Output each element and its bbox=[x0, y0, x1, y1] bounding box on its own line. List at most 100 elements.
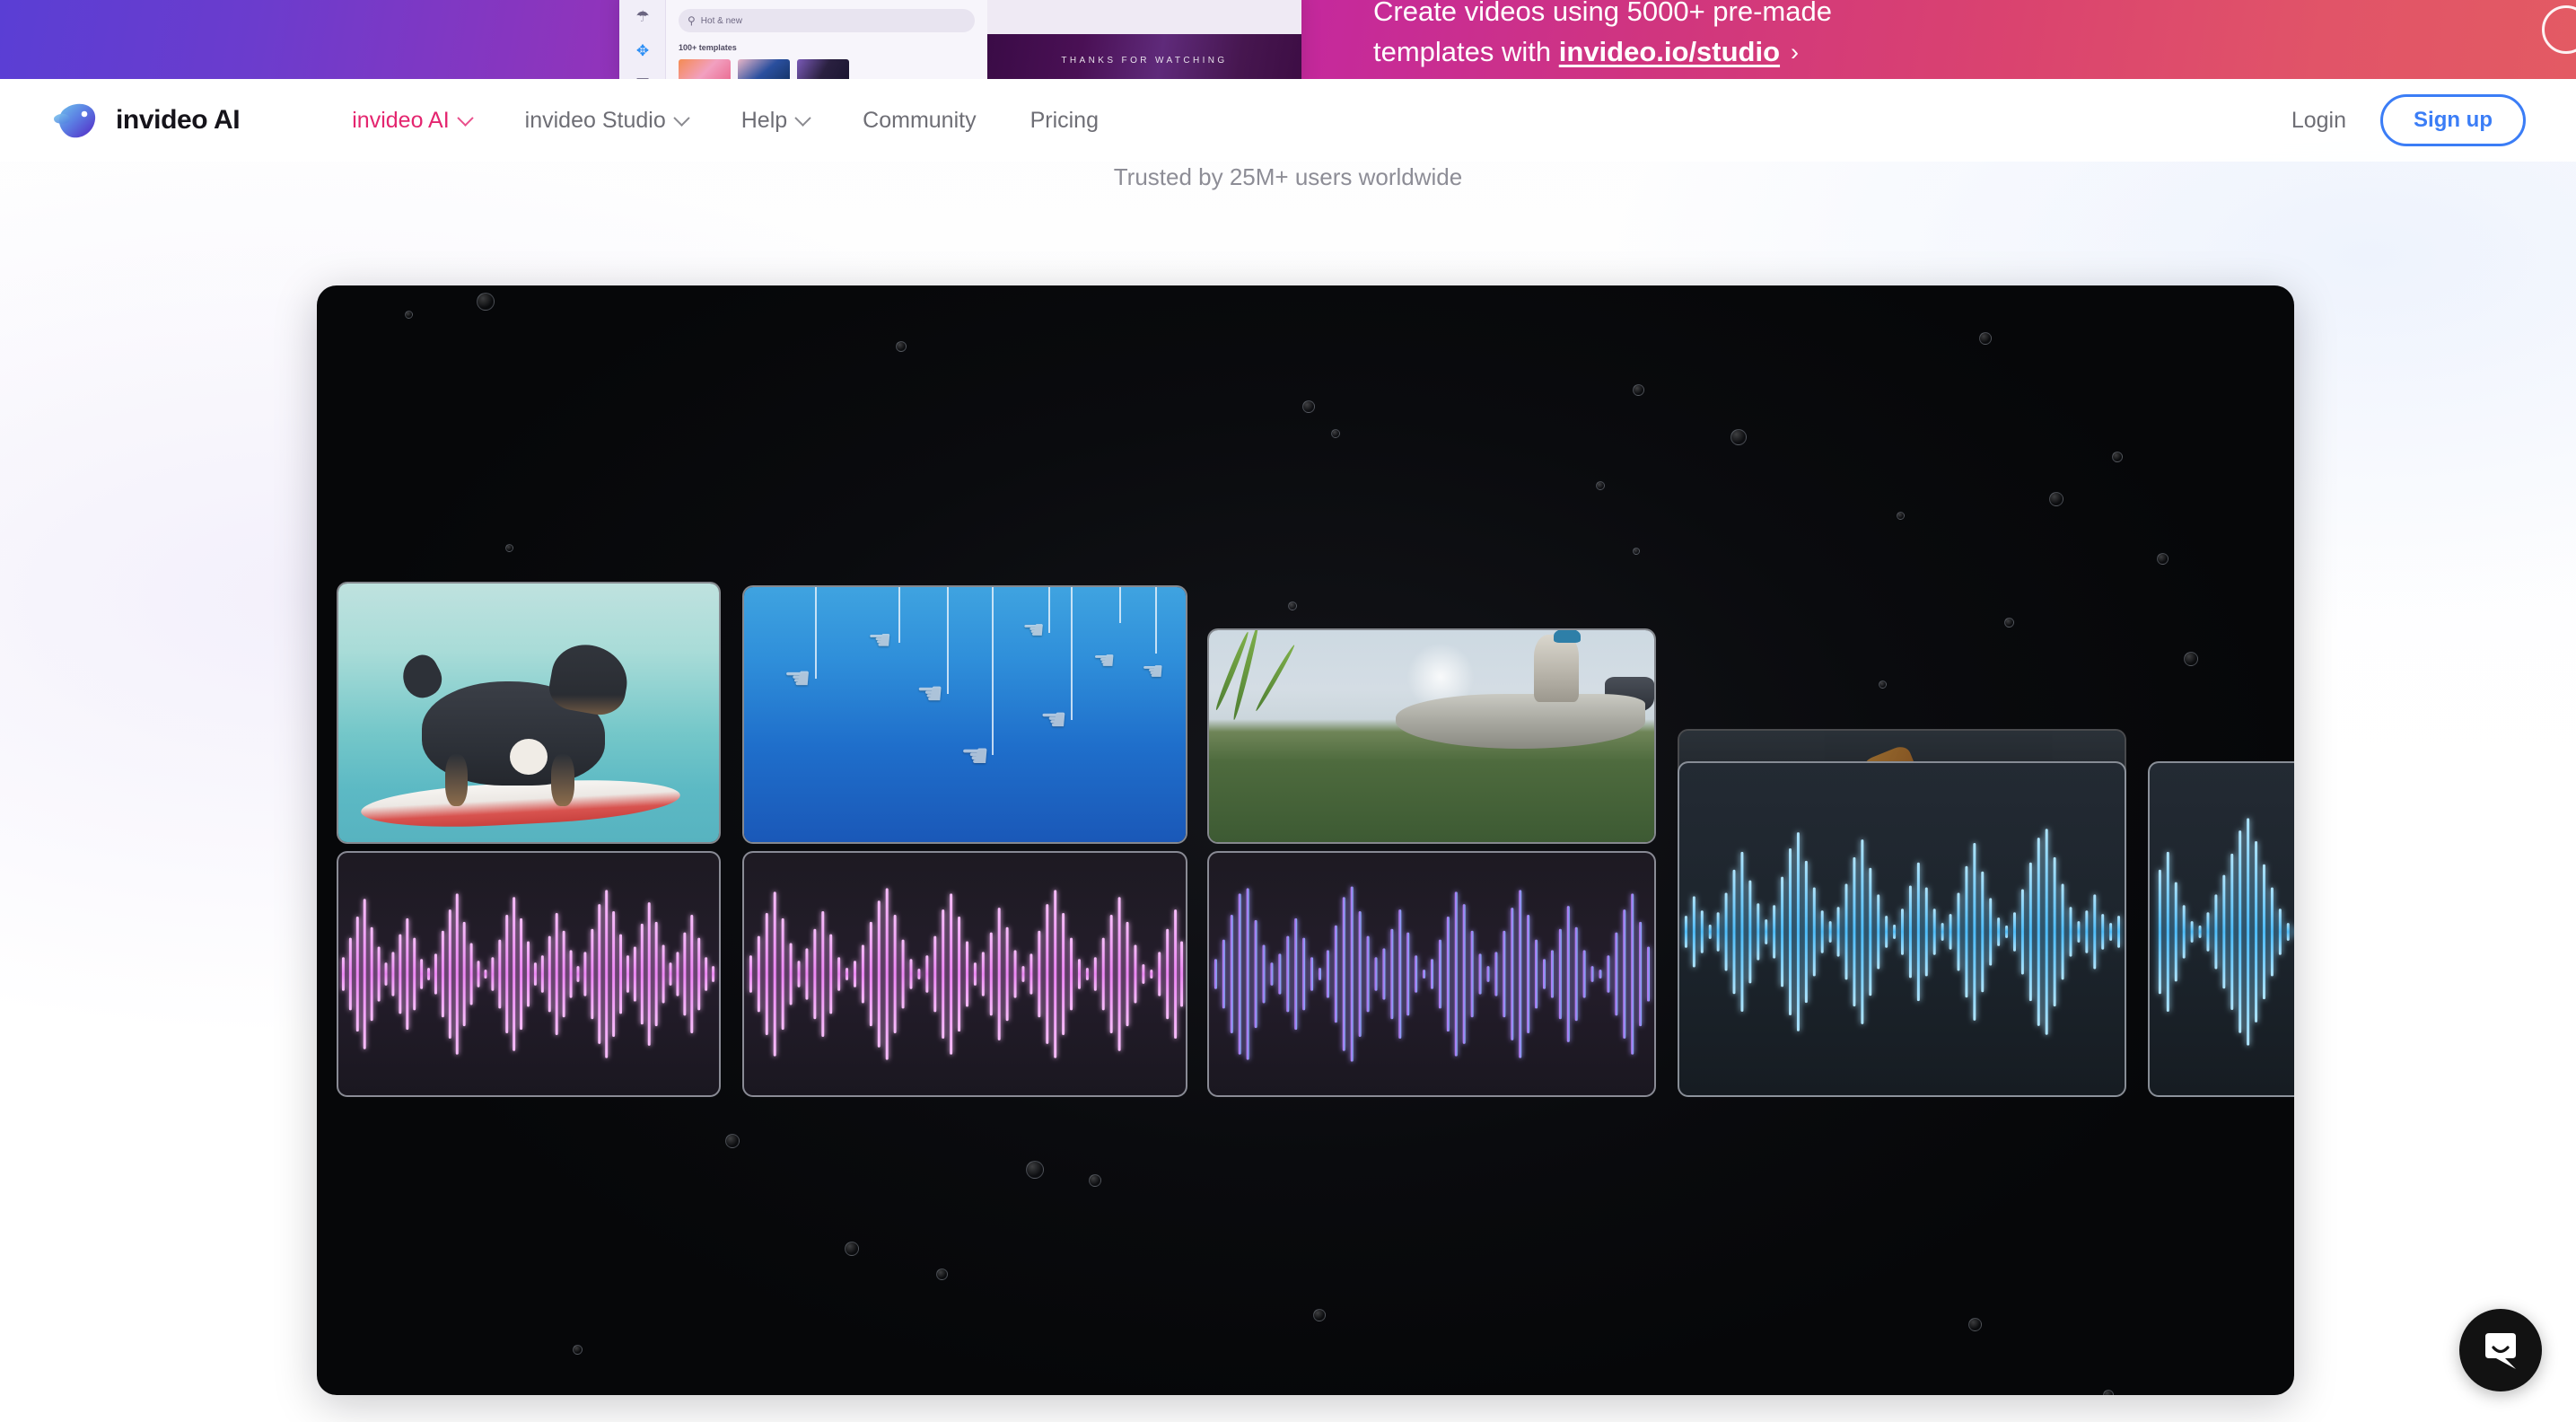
banner-studio-screenshot: ☂ ✥ ▦ ⚲ Hot & new 100+ templates THANKS … bbox=[619, 0, 1301, 79]
bubble-particle bbox=[1313, 1309, 1326, 1321]
nav-item-label: invideo Studio bbox=[524, 107, 666, 133]
promo-banner-line2: templates with invideo.io/studio › bbox=[1373, 31, 2361, 73]
bubble-particle bbox=[2112, 452, 2123, 462]
fishing-line bbox=[1071, 587, 1073, 720]
banner-preview-pane: THANKS FOR WATCHING bbox=[987, 0, 1301, 79]
fishing-hook-icon: ☚ bbox=[960, 737, 990, 775]
bubble-particle bbox=[573, 1345, 583, 1355]
clip-audio-faded[interactable] bbox=[1678, 761, 2126, 1097]
audio-waveform-pink bbox=[744, 853, 1186, 1095]
bubble-particle bbox=[2103, 1390, 2114, 1395]
fishing-line bbox=[947, 587, 950, 695]
fishing-hook-icon: ☚ bbox=[1141, 656, 1164, 685]
nav-item-label: invideo AI bbox=[352, 107, 450, 133]
page-root: ☂ ✥ ▦ ⚲ Hot & new 100+ templates THANKS … bbox=[0, 0, 2576, 1422]
chat-bubble-icon bbox=[2485, 1333, 2516, 1369]
chevron-down-icon bbox=[673, 109, 690, 127]
nav-item-community[interactable]: Community bbox=[836, 99, 1003, 143]
bubble-particle bbox=[1968, 1318, 1982, 1331]
nav-item-label: Help bbox=[740, 107, 788, 133]
banner-screenshot-search: ⚲ Hot & new bbox=[679, 9, 975, 32]
fishing-line bbox=[1119, 587, 1122, 623]
tree-icon: ☂ bbox=[635, 7, 650, 25]
login-link[interactable]: Login bbox=[2291, 108, 2346, 134]
search-icon: ⚲ bbox=[688, 14, 696, 27]
fishing-hook-icon: ☚ bbox=[1092, 646, 1116, 675]
nav-actions: Login Sign up bbox=[2291, 94, 2526, 146]
fishing-line bbox=[1154, 587, 1157, 654]
bubble-particle bbox=[505, 544, 513, 552]
bubble-particle bbox=[1730, 429, 1747, 445]
audio-waveform-purple bbox=[1209, 853, 1654, 1095]
inflatable-boat-shape bbox=[1396, 693, 1646, 750]
bubble-particle bbox=[1596, 481, 1605, 490]
chevron-down-icon bbox=[794, 109, 811, 127]
nav-item-invideo-studio[interactable]: invideo Studio bbox=[498, 99, 714, 143]
bubble-particle bbox=[1633, 384, 1644, 396]
promo-banner-text: Create videos using 5000+ pre-made templ… bbox=[1373, 0, 2361, 73]
sign-up-button[interactable]: Sign up bbox=[2380, 94, 2526, 146]
template-thumb bbox=[679, 59, 731, 79]
audio-waveform-cyan bbox=[1679, 763, 2125, 1095]
promo-banner[interactable]: ☂ ✥ ▦ ⚲ Hot & new 100+ templates THANKS … bbox=[0, 0, 2576, 79]
audio-waveform-pink bbox=[338, 853, 719, 1095]
grid-icon: ▦ bbox=[634, 74, 652, 80]
invideo-logo-icon bbox=[54, 103, 96, 138]
template-thumb bbox=[797, 59, 849, 79]
fisherman-shape bbox=[1534, 634, 1579, 703]
nav-item-pricing[interactable]: Pricing bbox=[1003, 99, 1126, 143]
promo-banner-line1: Create videos using 5000+ pre-made bbox=[1373, 0, 1832, 27]
dog-surfing-image bbox=[338, 584, 719, 842]
fishing-hook-icon: ☚ bbox=[1021, 616, 1046, 645]
nav-item-invideo-ai[interactable]: invideo AI bbox=[325, 99, 497, 143]
nav-item-label: Pricing bbox=[1030, 107, 1099, 133]
bubble-particle bbox=[936, 1268, 948, 1280]
promo-banner-line2-prefix: templates with bbox=[1373, 36, 1559, 67]
promo-banner-link[interactable]: invideo.io/studio bbox=[1559, 36, 1780, 67]
brand-logo-link[interactable]: invideo AI bbox=[52, 95, 241, 145]
brand-name: invideo AI bbox=[116, 105, 241, 135]
banner-template-thumbs bbox=[679, 59, 849, 79]
blue-cap-shape bbox=[1554, 630, 1582, 644]
banner-search-placeholder: Hot & new bbox=[700, 15, 742, 26]
clip-thumbnail-fisherman-boat[interactable] bbox=[1207, 628, 1656, 844]
reed-shape bbox=[1253, 643, 1296, 712]
dog-chest-shape bbox=[509, 738, 548, 776]
clip-thumbnail-fishing-hooks[interactable]: ☚ ☚ ☚ ☚ ☚ ☚ ☚ ☚ bbox=[742, 585, 1187, 844]
fishing-hook-icon: ☚ bbox=[784, 662, 811, 697]
clip-audio-dog-surfing[interactable] bbox=[337, 851, 721, 1097]
elements-icon: ✥ bbox=[635, 41, 650, 59]
bubble-particle bbox=[405, 311, 413, 319]
chevron-right-icon: › bbox=[1791, 39, 1800, 66]
nav-item-help[interactable]: Help bbox=[714, 99, 836, 143]
bubble-particle bbox=[2049, 492, 2063, 506]
clip-thumbnail-dog-surfing[interactable] bbox=[337, 582, 721, 844]
clip-audio-fisherman-boat[interactable] bbox=[1207, 851, 1656, 1097]
bubble-particle bbox=[2157, 553, 2169, 565]
dog-leg-shape bbox=[444, 754, 469, 806]
fishing-hook-icon: ☚ bbox=[1039, 702, 1068, 737]
bubble-particle bbox=[1979, 332, 1992, 345]
close-icon[interactable] bbox=[2542, 5, 2576, 54]
banner-preview-video: THANKS FOR WATCHING bbox=[987, 34, 1301, 79]
bubble-particle bbox=[1026, 1161, 1044, 1179]
dog-tail-shape bbox=[395, 649, 449, 704]
bubble-particle bbox=[1897, 512, 1905, 520]
banner-preview-text: THANKS FOR WATCHING bbox=[1061, 55, 1228, 66]
bubble-particle bbox=[1633, 548, 1640, 555]
nav-links: invideo AI invideo Studio Help Community… bbox=[325, 99, 1126, 143]
clip-audio-edge[interactable] bbox=[2148, 761, 2294, 1097]
chevron-down-icon bbox=[456, 109, 474, 127]
underwater-hooks-image: ☚ ☚ ☚ ☚ ☚ ☚ ☚ ☚ bbox=[744, 587, 1186, 842]
clip-audio-fishing-hooks[interactable] bbox=[742, 851, 1187, 1097]
banner-screenshot-sidebar: ☂ ✥ ▦ bbox=[619, 0, 666, 79]
chat-widget-button[interactable] bbox=[2459, 1309, 2542, 1391]
audio-waveform-cyan bbox=[2150, 763, 2294, 1095]
bubble-particle bbox=[477, 293, 495, 311]
trusted-by-text: Trusted by 25M+ users worldwide bbox=[1113, 163, 1463, 190]
video-editor-timeline[interactable]: ☚ ☚ ☚ ☚ ☚ ☚ ☚ ☚ bbox=[337, 582, 2294, 1098]
bubble-particle bbox=[1331, 429, 1340, 438]
dog-leg-shape bbox=[551, 754, 574, 806]
bubble-particle bbox=[845, 1242, 859, 1256]
fishing-hook-icon: ☚ bbox=[867, 626, 892, 656]
